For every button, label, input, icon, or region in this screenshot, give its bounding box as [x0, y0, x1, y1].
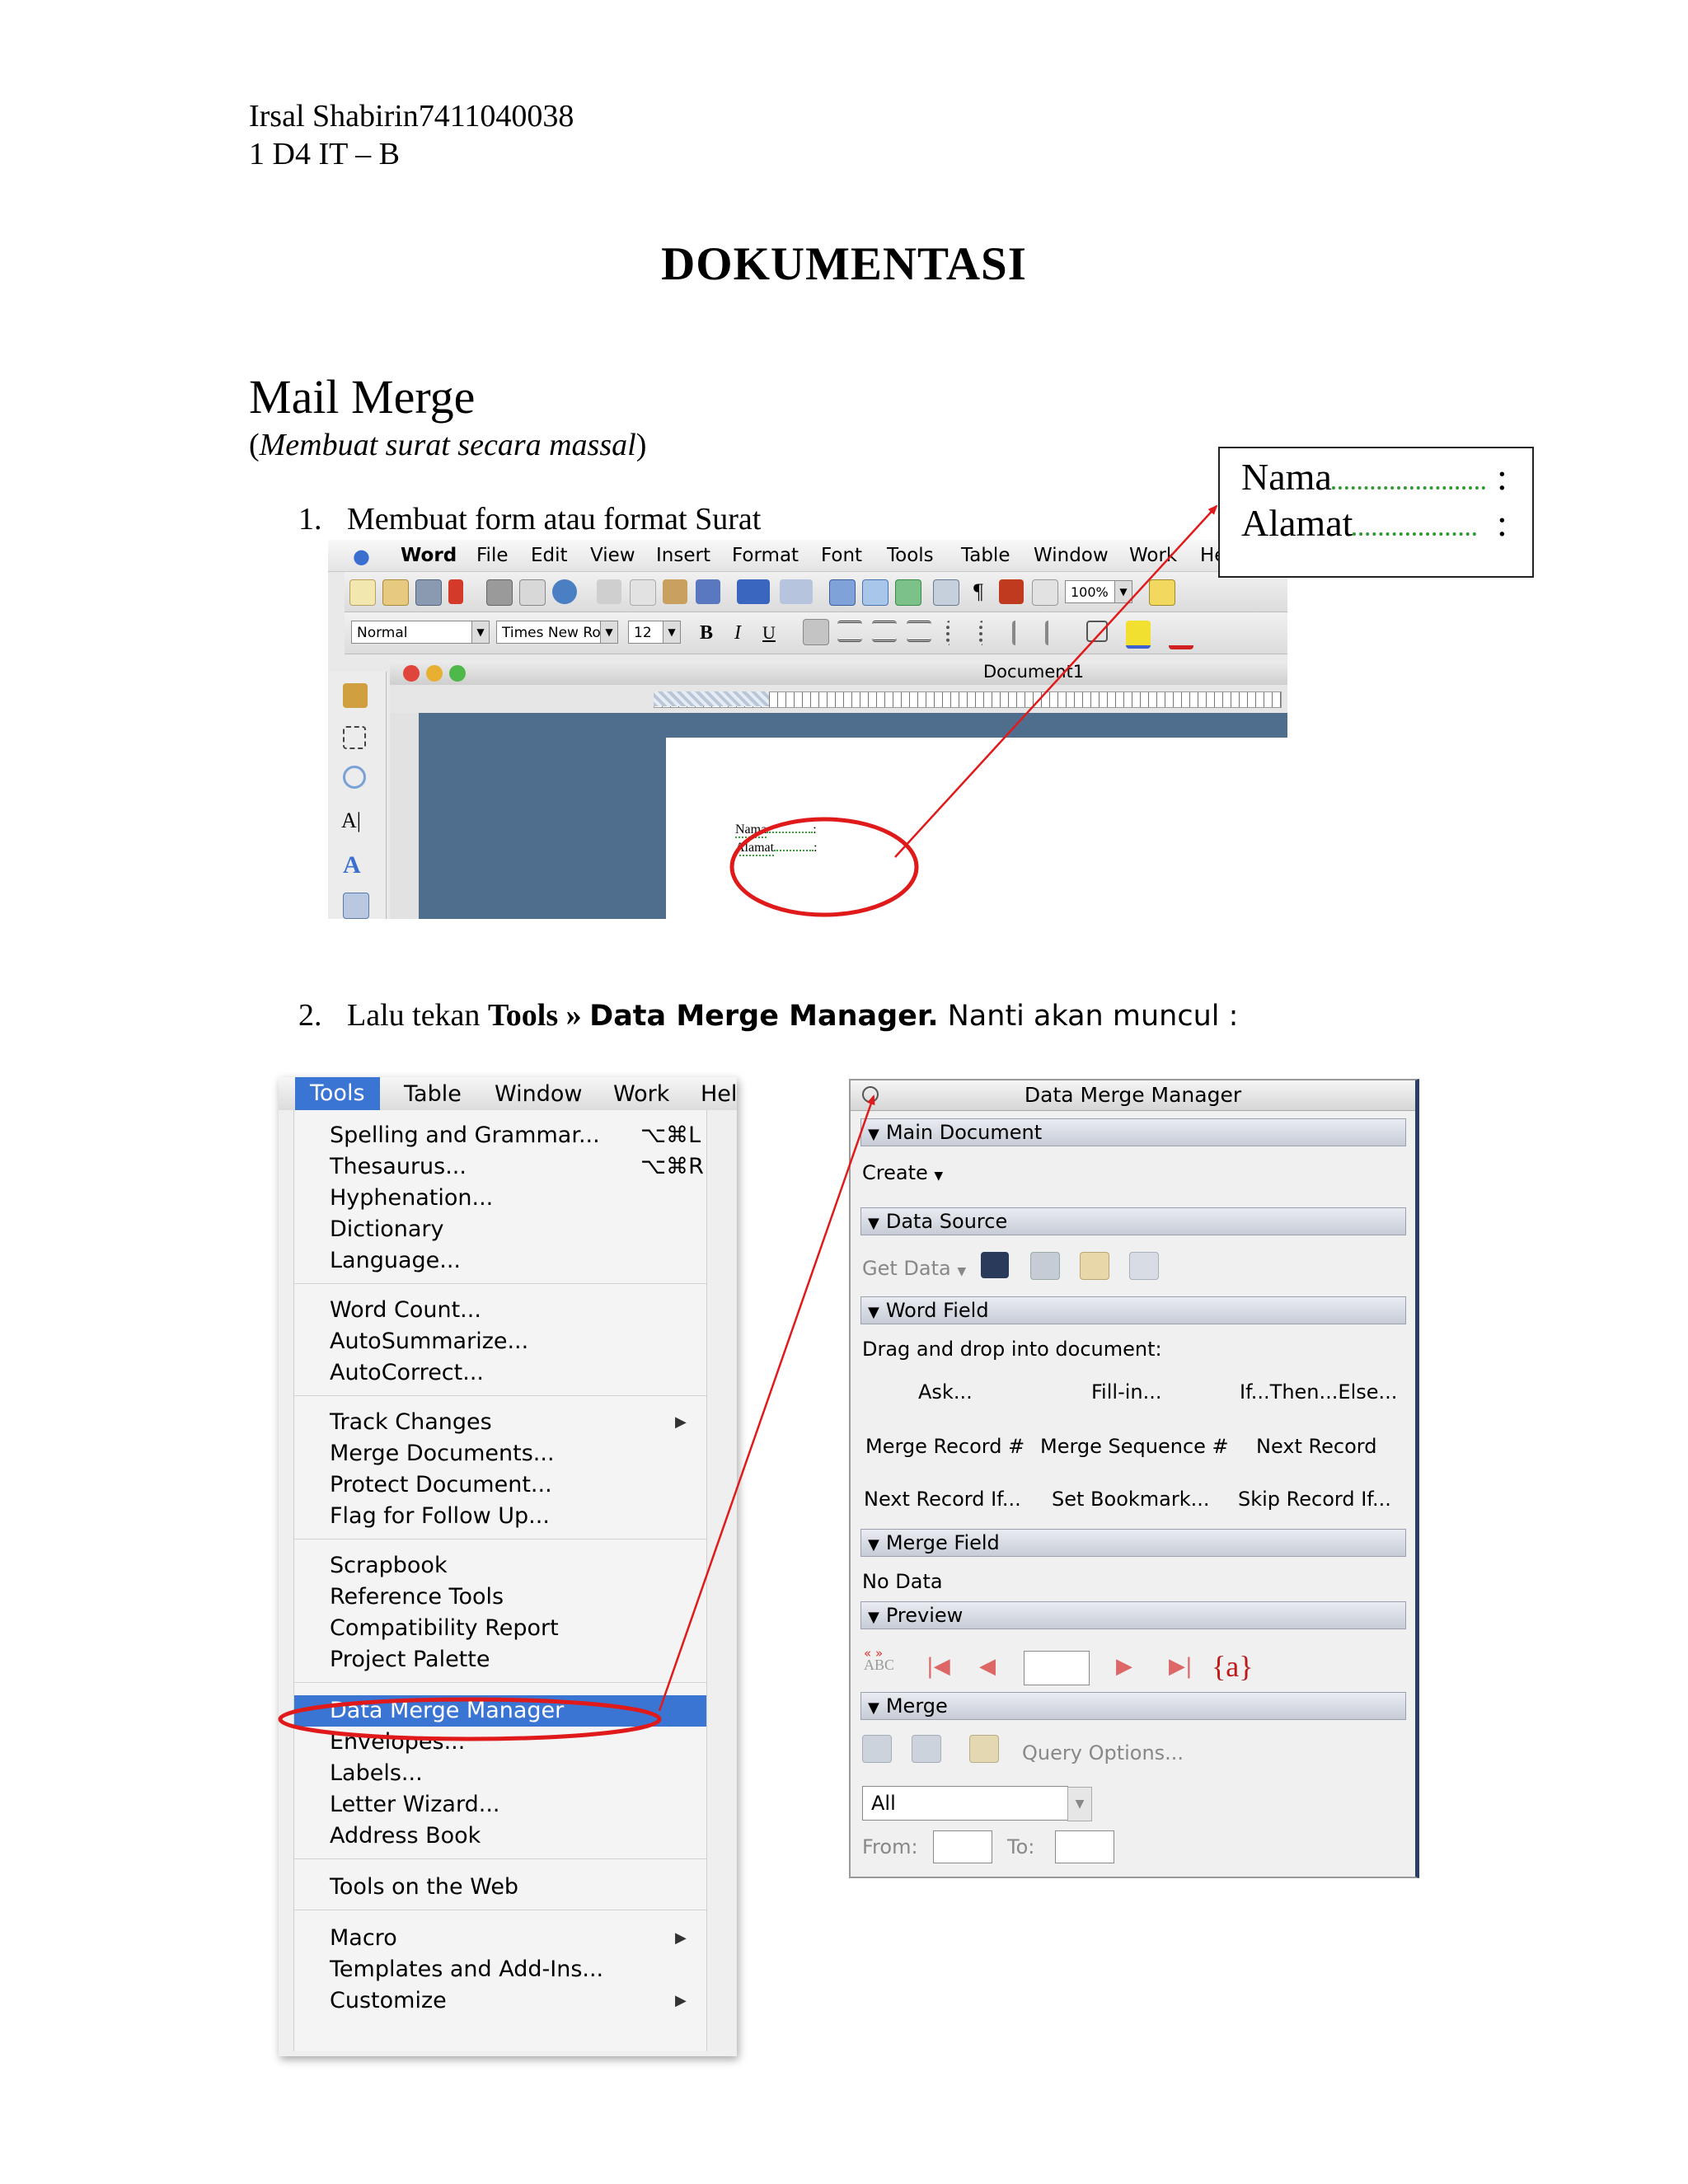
highlight-circle-form [729, 817, 919, 917]
arrow-to-zoom-box [894, 504, 1218, 858]
annotation-overlay [278, 504, 1218, 1741]
highlight-circle-menu-item [278, 1697, 662, 1741]
arrow-to-data-merge-manager [658, 1094, 875, 1712]
